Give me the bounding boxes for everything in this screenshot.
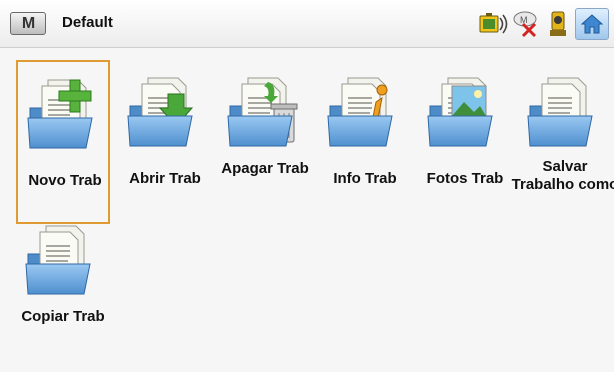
tile-novo-trab[interactable]: Novo Trab	[16, 60, 110, 224]
tile-label: Copiar Trab	[21, 308, 105, 325]
total-station-icon[interactable]	[545, 10, 571, 38]
title-bar: M Default M	[0, 0, 614, 48]
home-button[interactable]	[575, 8, 609, 40]
folder-photo-icon	[427, 77, 493, 147]
folder-plus-icon	[27, 79, 93, 149]
page-title: Default	[62, 14, 113, 31]
tile-fotos-trab[interactable]: Fotos Trab	[418, 60, 512, 224]
folder-trash-icon	[227, 77, 298, 147]
gnss-disconnected-icon[interactable]: M	[511, 10, 541, 38]
tile-label: Salvar Trabalho como	[511, 158, 614, 193]
tile-label: Abrir Trab	[129, 170, 201, 187]
folder-info-icon	[327, 77, 393, 147]
folder-save-as-icon	[527, 77, 593, 147]
menu-button-label: M	[21, 14, 35, 32]
folder-copy-icon	[25, 225, 91, 295]
tile-label: Info Trab	[333, 170, 397, 187]
tile-copiar-trab[interactable]: Copiar Trab	[16, 208, 110, 372]
folder-open-arrow-icon	[127, 77, 194, 147]
battery-radio-icon[interactable]	[478, 10, 508, 38]
tile-abrir-trab[interactable]: Abrir Trab	[118, 60, 212, 224]
tile-label: Novo Trab	[28, 172, 102, 189]
tile-apagar-trab[interactable]: Apagar Trab	[218, 60, 312, 224]
main-menu-button[interactable]: M	[10, 12, 46, 35]
tile-label: Fotos Trab	[426, 170, 504, 187]
tile-salvar-trabalho-como[interactable]: Salvar Trabalho como	[512, 60, 614, 224]
tile-info-trab[interactable]: Info Trab	[318, 60, 412, 224]
tile-label: Apagar Trab	[221, 160, 309, 177]
home-icon	[580, 14, 604, 34]
